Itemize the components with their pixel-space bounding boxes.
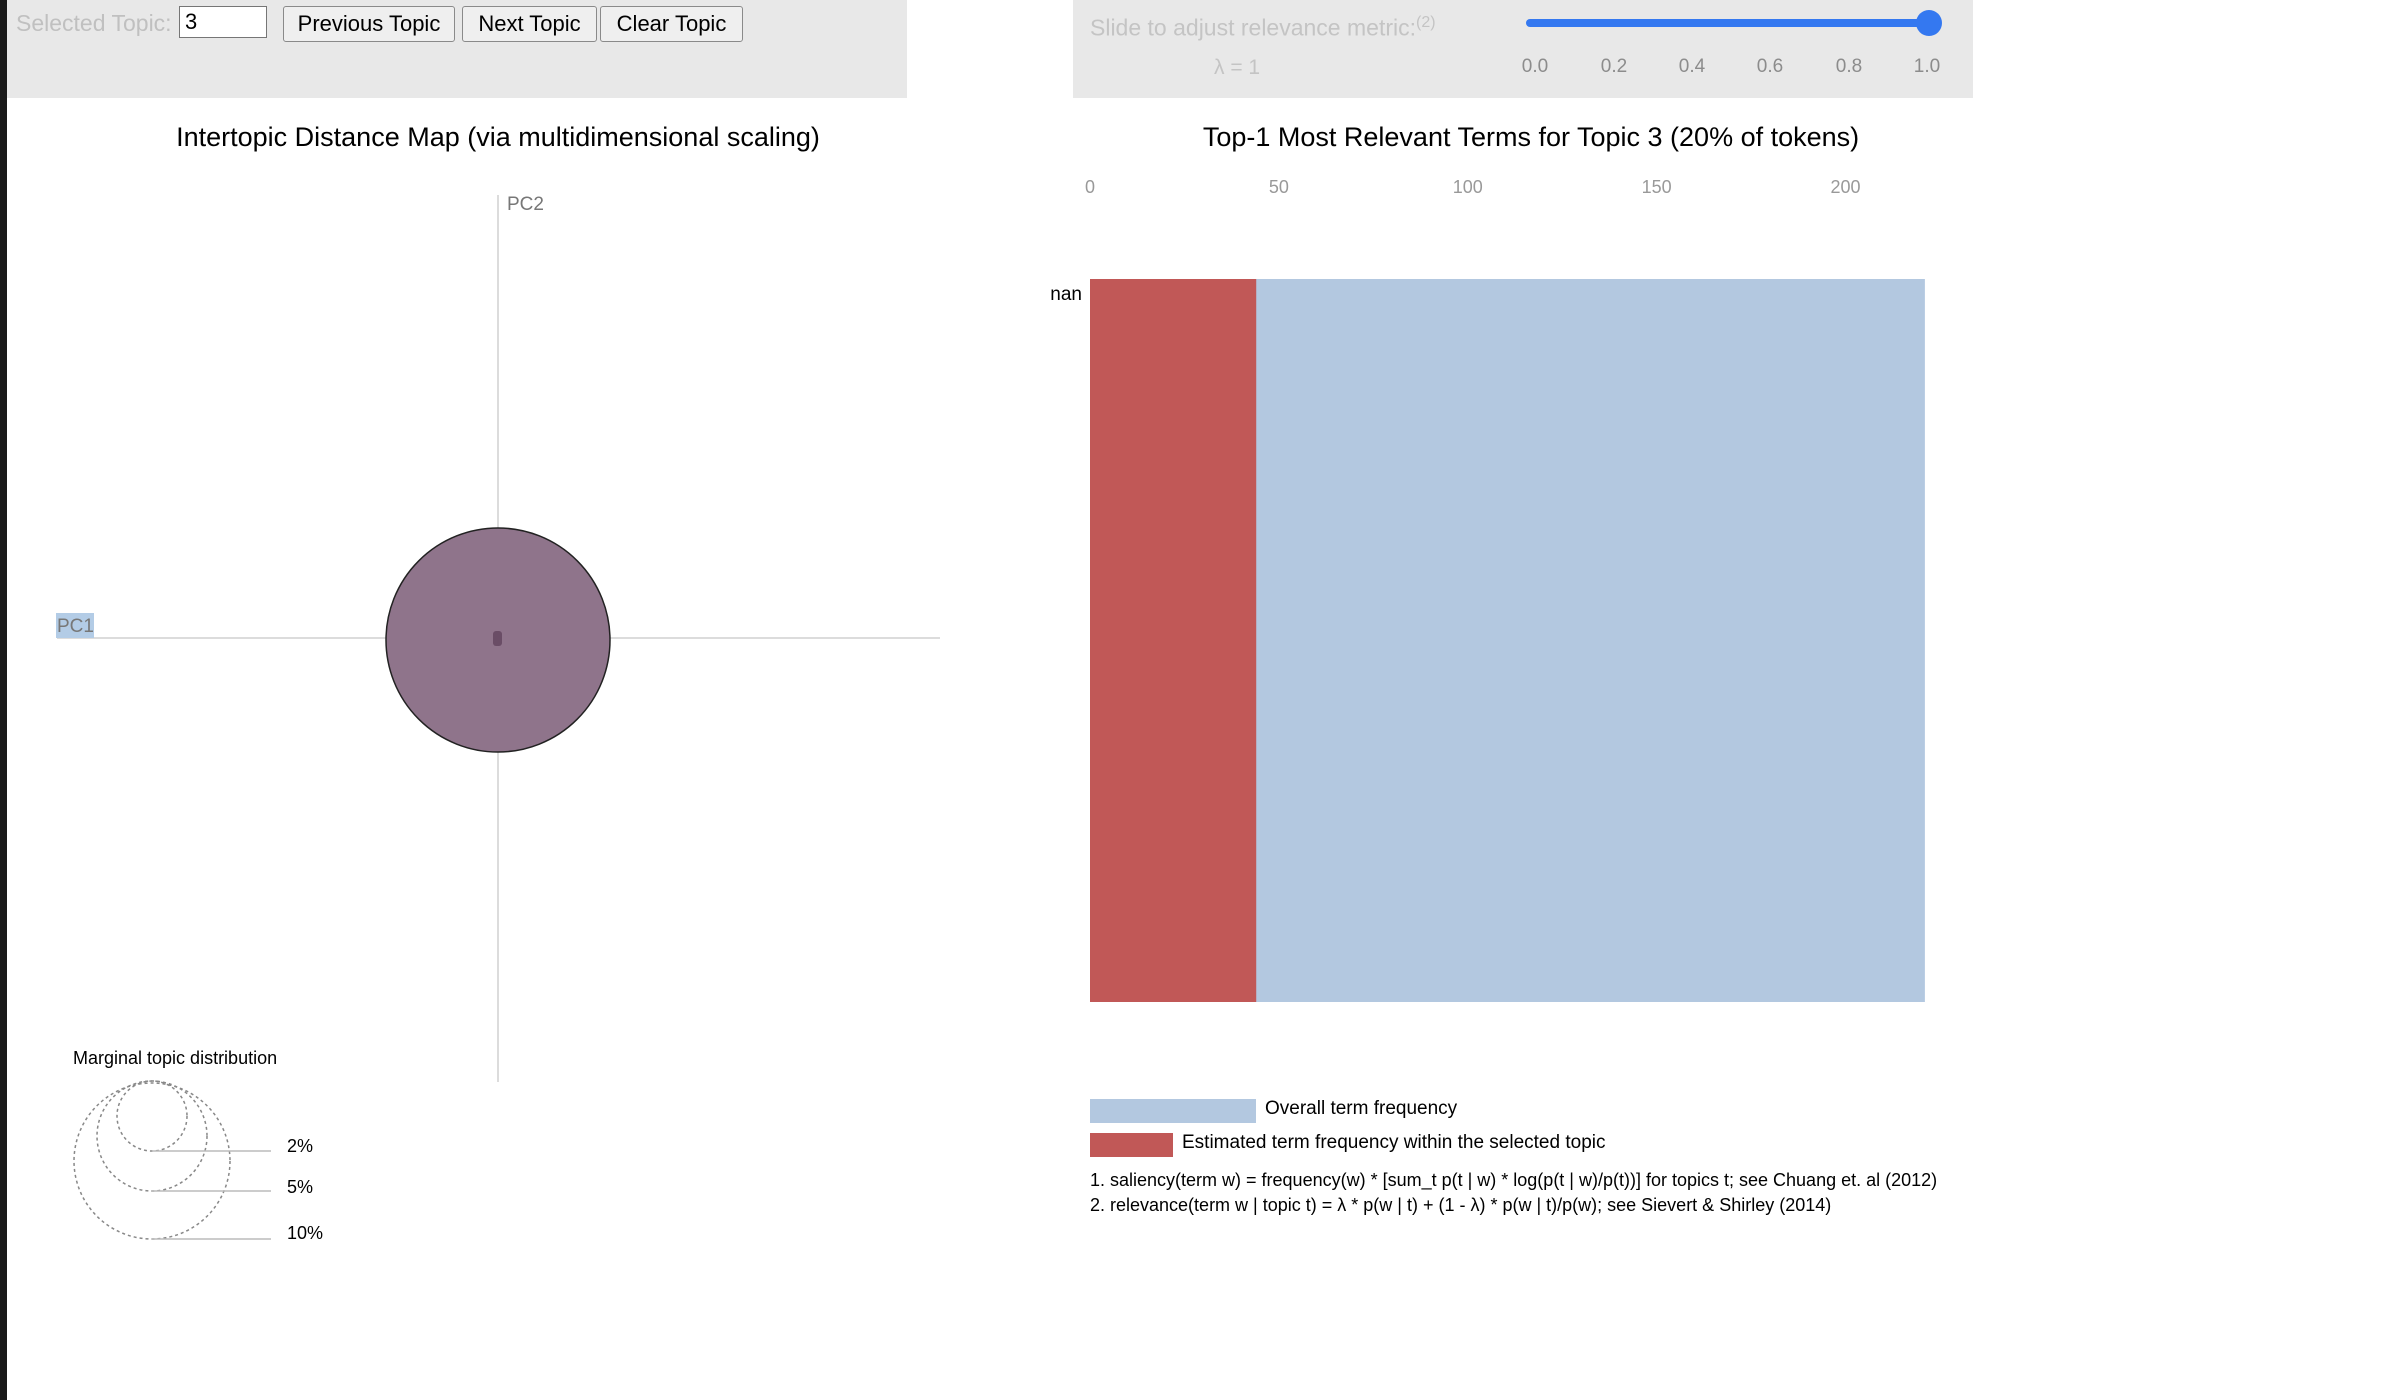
bar-chart: nan — [1050, 279, 1925, 1002]
marginal-distribution-title: Marginal topic distribution — [73, 1048, 278, 1068]
topic-number-marker — [493, 631, 502, 646]
marginal-label-10pct: 10% — [287, 1223, 324, 1243]
saliency-footnote: 1. saliency(term w) = frequency(w) * [su… — [1090, 1170, 1938, 1190]
marginal-label-2pct: 2% — [287, 1136, 314, 1156]
term-label[interactable]: nan — [1050, 284, 1082, 305]
marginal-circle-10pct — [73, 1082, 231, 1240]
pc2-axis-label: PC2 — [507, 194, 544, 215]
topic-frequency-bar[interactable] — [1090, 279, 1257, 1002]
legend-topic-label: Estimated term frequency within the sele… — [1182, 1132, 1606, 1153]
bar-x-tick-label: 50 — [1269, 177, 1289, 197]
marginal-circle-2pct — [116, 1080, 188, 1152]
relevance-footnote: 2. relevance(term w | topic t) = λ * p(w… — [1090, 1195, 1832, 1215]
bar-x-tick-label: 100 — [1453, 177, 1483, 197]
legend-overall-label: Overall term frequency — [1265, 1098, 1458, 1119]
legend-topic-swatch — [1090, 1133, 1173, 1157]
marginal-label-5pct: 5% — [287, 1177, 314, 1197]
marginal-circle-5pct — [96, 1080, 208, 1192]
bar-x-tick-label: 150 — [1642, 177, 1672, 197]
legend-overall-swatch — [1090, 1099, 1256, 1123]
bar-x-axis: 0 50 100 150 200 — [1085, 177, 1861, 197]
bar-x-tick-label: 0 — [1085, 177, 1095, 197]
bar-x-tick-label: 200 — [1831, 177, 1861, 197]
pc1-axis-label: PC1 — [57, 616, 94, 637]
